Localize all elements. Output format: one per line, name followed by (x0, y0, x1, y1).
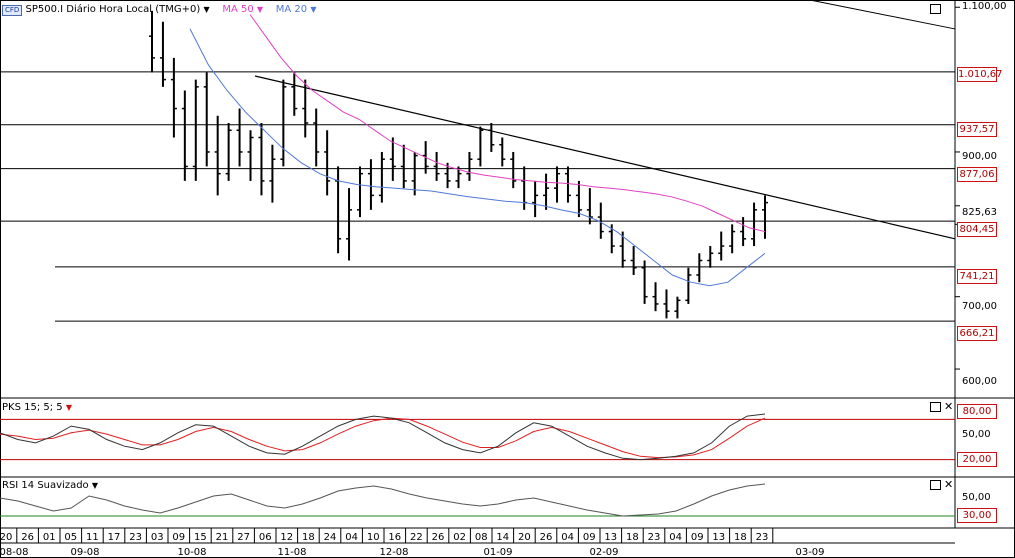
day-tick-label: 16 (388, 532, 401, 543)
title-dropdown-icon[interactable]: ▼ (203, 5, 209, 14)
day-tick-label: 23 (756, 532, 769, 543)
level-label[interactable]: 877,06 (957, 167, 997, 182)
day-tick-label: 08 (475, 532, 488, 543)
rsi-header: RSI 14 Suavizado ▼ (2, 480, 98, 492)
day-tick-label: 23 (648, 532, 661, 543)
ma50-line (249, 14, 766, 233)
pks-signal-line (0, 417, 766, 459)
rsi-label: RSI 14 Suavizado (2, 480, 89, 491)
chart-canvas: 20 26 01 05 11 17 23 03 09 15 21 27 06 12 18 24 04 10 16 22… (0, 0, 1015, 558)
day-tick-label: 06 (259, 532, 272, 543)
chart-title: SP500.I Diário Hora Local (TMG+0) (25, 4, 201, 15)
day-tick-label: 05 (64, 532, 77, 543)
month-tick-label: 01-09 (483, 547, 512, 558)
month-tick-label: 09-08 (70, 547, 99, 558)
pks-maximize-button[interactable] (930, 402, 941, 412)
day-tick-label: 27 (237, 532, 250, 543)
pks-level-label: 20,00 (957, 452, 997, 467)
day-tick-label: 15 (194, 532, 207, 543)
ma50-dropdown-icon[interactable]: ▼ (257, 5, 263, 14)
month-tick-label: 08-08 (0, 547, 29, 558)
pks-dropdown-icon[interactable]: ▼ (66, 403, 72, 412)
pks-label: PKS 15; 5; 5 (2, 402, 63, 413)
day-tick-label: 09 (172, 532, 185, 543)
chart-window: 20 26 01 05 11 17 23 03 09 15 21 27 06 12 18 24 04 10 16 22… (0, 0, 1015, 558)
day-tick-label: 26 (432, 532, 445, 543)
day-tick-label: 04 (669, 532, 682, 543)
day-tick-label: 13 (712, 532, 725, 543)
price-tick-label: 700,00 (962, 301, 997, 312)
level-label[interactable]: 741,21 (957, 269, 997, 284)
level-label[interactable]: 804,45 (957, 222, 997, 237)
level-label[interactable]: 1.010,67 (957, 67, 1003, 82)
month-tick-label: 10-08 (177, 547, 206, 558)
day-tick-label: 20 (0, 532, 12, 543)
price-tick-label: 900,00 (962, 151, 997, 162)
ma50-label: MA 50 (222, 4, 254, 15)
day-tick-label: 01 (43, 532, 56, 543)
day-tick-label: 22 (410, 532, 423, 543)
month-tick-label: 12-08 (379, 547, 408, 558)
level-label[interactable]: 666,21 (957, 326, 997, 341)
day-tick-label: 26 (540, 532, 553, 543)
price-tick-label: 825,63 (962, 207, 997, 218)
day-tick-label: 09 (691, 532, 704, 543)
price-tick-label: 1.100,00 (962, 1, 1007, 12)
day-tick-label: 04 (345, 532, 358, 543)
rsi-close-icon[interactable]: ✕ (944, 479, 953, 490)
month-tick-label: 03-09 (795, 547, 824, 558)
pks-tick-label: 50,00 (962, 429, 991, 440)
day-tick-label: 11 (86, 532, 99, 543)
rsi-level-label: 30,00 (957, 508, 997, 523)
chart-border (0, 0, 1015, 558)
price-tick-label: 600,00 (962, 376, 997, 387)
day-tick-label: 21 (216, 532, 229, 543)
day-tick-label: 20 (518, 532, 531, 543)
pks-level-label: 80,00 (957, 404, 997, 419)
day-tick-label: 02 (453, 532, 466, 543)
day-tick-label: 26 (21, 532, 34, 543)
month-tick-label: 02-09 (589, 547, 618, 558)
level-label[interactable]: 937,57 (957, 122, 997, 137)
day-tick-label: 14 (496, 532, 509, 543)
maximize-pane-button[interactable] (930, 4, 941, 14)
day-tick-label: 18 (626, 532, 639, 543)
day-tick-label: 23 (129, 532, 142, 543)
day-tick-label: 10 (367, 532, 380, 543)
rsi-line (0, 483, 766, 517)
instrument-badge: CFD (2, 5, 23, 16)
rsi-maximize-button[interactable] (930, 480, 941, 490)
day-tick-label: 03 (151, 532, 164, 543)
day-tick-label: 04 (561, 532, 574, 543)
pks-close-icon[interactable]: ✕ (944, 401, 953, 412)
rsi-dropdown-icon[interactable]: ▼ (92, 481, 98, 490)
ma20-label: MA 20 (275, 4, 308, 15)
chart-header: CFD SP500.I Diário Hora Local (TMG+0) ▼ … (2, 4, 316, 16)
day-tick-label: 13 (604, 532, 617, 543)
day-tick-label: 12 (280, 532, 293, 543)
ma20-line (189, 28, 766, 287)
rsi-tick-label: 50,00 (962, 492, 991, 503)
day-tick-label: 17 (108, 532, 121, 543)
day-tick-label: 18 (734, 532, 747, 543)
pks-header: PKS 15; 5; 5 ▼ (2, 402, 72, 414)
month-tick-label: 11-08 (277, 547, 306, 558)
day-tick-label: 18 (302, 532, 315, 543)
day-tick-label: 24 (324, 532, 337, 543)
day-tick-label: 09 (583, 532, 596, 543)
ma20-dropdown-icon[interactable]: ▼ (310, 5, 316, 14)
